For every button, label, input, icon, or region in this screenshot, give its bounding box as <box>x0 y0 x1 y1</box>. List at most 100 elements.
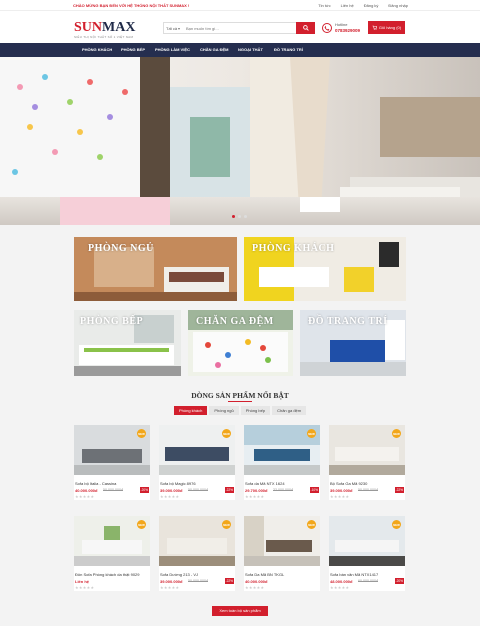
nav-item-decor[interactable]: ĐỒ TRANG TRÍ <box>274 47 303 52</box>
discount-badge: -20% <box>139 487 149 493</box>
product-old-price: 60.000.000đ <box>358 579 378 583</box>
discount-badge: -10% <box>309 487 319 493</box>
product-name[interactable]: Sofa bộ Italia - Cassina <box>75 481 116 486</box>
category-label: ĐỒ TRANG TRÍ <box>308 316 388 327</box>
discount-badge: -22% <box>224 487 234 493</box>
rating-stars: ★★★★★ <box>75 585 95 590</box>
nav-item-kitchen[interactable]: PHÒNG BẾP <box>121 47 145 52</box>
tab-living-room[interactable]: Phòng khách <box>174 406 208 415</box>
hero-image <box>0 57 480 225</box>
tab-bedroom[interactable]: Phòng ngủ <box>209 406 239 415</box>
nav-item-office[interactable]: PHÒNG LÀM VIỆC <box>155 47 190 52</box>
product-name[interactable]: Sofa bàn văn Mã NTX1417 <box>330 572 378 577</box>
product-card[interactable]: NEW Đôn Sofa Phòng khách da thật 9029 Li… <box>74 516 150 591</box>
product-price: 39.000.000đ <box>330 488 353 493</box>
product-tabs: Phòng khách Phòng ngủ Phòng bếp Chăn ga … <box>174 406 307 415</box>
product-price: Liên hệ <box>75 579 90 584</box>
hero-slider[interactable] <box>0 57 480 225</box>
category-tile-kitchen[interactable]: PHÒNG BẾP <box>74 310 181 376</box>
product-old-price: 50.000.000đ <box>188 488 208 492</box>
category-tile-decor[interactable]: ĐỒ TRANG TRÍ <box>300 310 406 376</box>
product-name[interactable]: Đôn Sofa Phòng khách da thật 9029 <box>75 572 140 577</box>
category-tile-bedroom[interactable]: PHÒNG NGỦ <box>74 237 237 301</box>
product-card[interactable]: NEW Sofa da Mã NTX 1624 29.700.000đ 33.0… <box>244 425 320 500</box>
product-price: 29.700.000đ <box>245 488 268 493</box>
search-input[interactable] <box>186 24 286 33</box>
product-card[interactable]: NEW Bộ Sofa Ga Mã 9230 39.000.000đ 50.00… <box>329 425 405 500</box>
discount-badge: -22% <box>224 578 234 584</box>
product-name[interactable]: Sofa Da Mã BN TKGL <box>245 572 284 577</box>
hotline-label: Hotline <box>335 22 348 27</box>
tab-bedding[interactable]: Chăn ga đệm <box>272 406 307 415</box>
logo-suffix: MAX <box>102 20 136 35</box>
nav-item-outdoor[interactable]: NGOẠI THẤT <box>238 47 263 52</box>
cart-button[interactable]: Giỏ hàng (0) <box>368 21 405 34</box>
product-card[interactable]: NEW Sofa bộ Magic 8976 39.000.000đ 50.00… <box>159 425 235 500</box>
hotline-number[interactable]: 0783929009 <box>335 28 360 33</box>
nav-item-living-room[interactable]: PHÒNG KHÁCH <box>82 47 112 52</box>
top-link-news[interactable]: Tin tức <box>318 3 330 8</box>
product-name[interactable]: Sofa da Mã NTX 1624 <box>245 481 285 486</box>
slider-dot[interactable] <box>238 215 241 218</box>
welcome-text: CHÀO MỪNG BẠN ĐẾN VỚI HỆ THỐNG NỘI THẤT … <box>73 3 190 8</box>
product-price: 40.000.000đ <box>245 579 268 584</box>
rating-stars: ★★★★★ <box>75 494 95 499</box>
rating-stars: ★★★★★ <box>160 494 180 499</box>
top-link-register[interactable]: Đăng ký <box>364 3 379 8</box>
category-label: PHÒNG KHÁCH <box>252 243 335 254</box>
new-badge: NEW <box>392 429 401 438</box>
product-old-price: 50.000.000đ <box>188 579 208 583</box>
product-name[interactable]: Bộ Sofa Ga Mã 9230 <box>330 481 367 486</box>
product-card[interactable]: NEW Sofa bàn văn Mã NTX1417 48.000.000đ … <box>329 516 405 591</box>
category-tile-bedding[interactable]: CHĂN GA ĐỆM <box>188 310 293 376</box>
rating-stars: ★★★★★ <box>330 494 350 499</box>
product-price: 48.000.000đ <box>330 579 353 584</box>
view-all-products-button[interactable]: Xem toàn bộ sản phẩm <box>212 606 268 616</box>
product-old-price: 50.000.000đ <box>358 488 378 492</box>
tab-kitchen[interactable]: Phòng bếp <box>240 406 271 415</box>
search-button[interactable] <box>296 22 315 34</box>
rating-stars: ★★★★★ <box>160 585 180 590</box>
header: SUNMAX SIÊU THỊ NỘI THẤT SỐ 1 VIỆT NAM T… <box>0 11 480 43</box>
top-links: Tin tức Liên hệ Đăng ký Đăng nhập <box>318 3 408 8</box>
top-link-login[interactable]: Đăng nhập <box>388 3 408 8</box>
search-bar: Tất cả ▾ <box>163 22 315 34</box>
slider-dot[interactable] <box>232 215 235 218</box>
category-label: CHĂN GA ĐỆM <box>196 316 274 327</box>
rating-stars: ★★★★★ <box>245 494 265 499</box>
new-badge: NEW <box>137 520 146 529</box>
cart-label: Giỏ hàng (0) <box>378 25 402 30</box>
new-badge: NEW <box>307 520 316 529</box>
rating-stars: ★★★★★ <box>330 585 350 590</box>
slider-dot[interactable] <box>244 215 247 218</box>
discount-badge: -20% <box>394 578 404 584</box>
product-name[interactable]: Sofa bộ Magic 8976 <box>160 481 196 486</box>
product-price: 39.000.000đ <box>160 488 183 493</box>
main-nav: PHÒNG KHÁCH PHÒNG BẾP PHÒNG LÀM VIỆC CHĂ… <box>0 43 480 57</box>
product-name[interactable]: Sofa Dường 213 - VJ <box>160 572 198 577</box>
category-tile-living-room[interactable]: PHÒNG KHÁCH <box>244 237 406 301</box>
product-card[interactable]: NEW Sofa Da Mã BN TKGL 40.000.000đ ★★★★★ <box>244 516 320 591</box>
category-label: PHÒNG BẾP <box>80 316 144 327</box>
chevron-down-icon[interactable]: ▾ <box>178 26 180 31</box>
section-title: DÒNG SẢN PHẨM NỔI BẬT <box>191 391 289 400</box>
category-label: PHÒNG NGỦ <box>88 243 154 254</box>
top-link-contact[interactable]: Liên hệ <box>341 3 354 8</box>
product-price: 39.000.000đ <box>160 579 183 584</box>
rating-stars: ★★★★★ <box>245 585 265 590</box>
product-old-price: 50.000.000đ <box>103 488 123 492</box>
new-badge: NEW <box>222 520 231 529</box>
search-category-select[interactable]: Tất cả <box>166 26 177 31</box>
nav-item-bedding[interactable]: CHĂN GA ĐỆM <box>200 47 229 52</box>
slider-dots <box>232 215 247 218</box>
section-divider <box>228 401 252 402</box>
search-icon <box>302 25 309 31</box>
product-old-price: 33.000.000đ <box>273 488 293 492</box>
logo-tagline: SIÊU THỊ NỘI THẤT SỐ 1 VIỆT NAM <box>74 35 134 39</box>
product-card[interactable]: NEW Sofa Dường 213 - VJ 39.000.000đ 50.0… <box>159 516 235 591</box>
logo[interactable]: SUNMAX <box>74 20 135 36</box>
new-badge: NEW <box>392 520 401 529</box>
phone-icon <box>322 23 332 33</box>
product-card[interactable]: NEW Sofa bộ Italia - Cassina 40.000.000đ… <box>74 425 150 500</box>
new-badge: NEW <box>222 429 231 438</box>
